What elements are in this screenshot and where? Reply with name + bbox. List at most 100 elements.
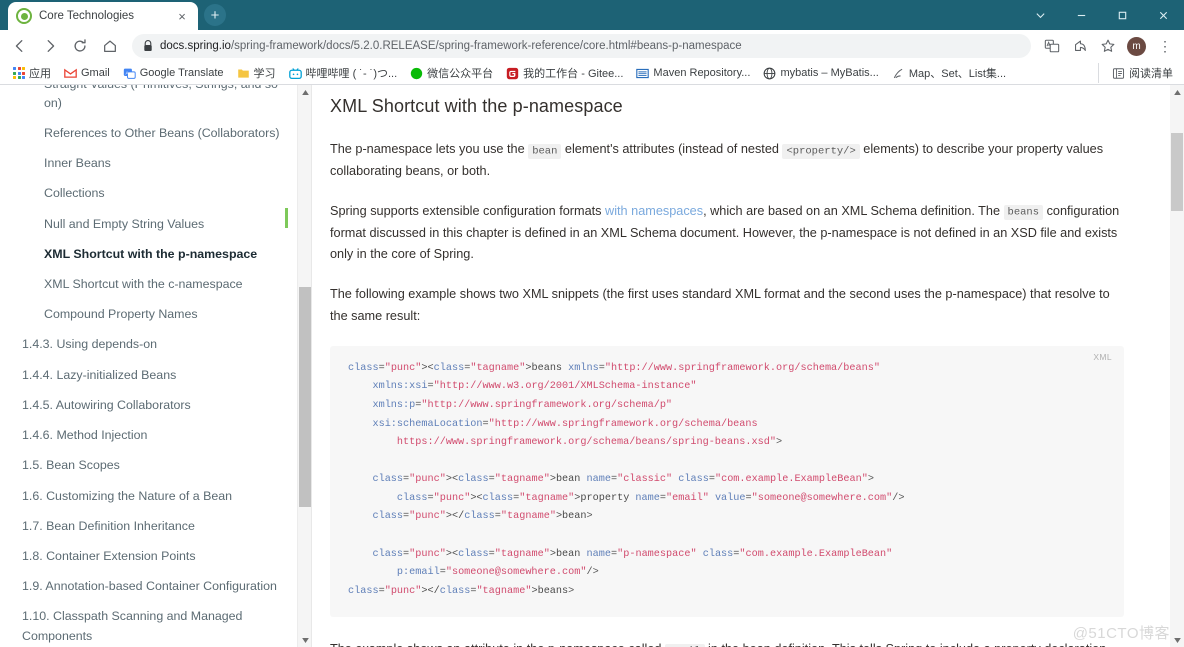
url-path: /spring-framework/docs/5.2.0.RELEASE/spr… [230,40,742,52]
bookmark-label: 学习 [253,68,276,80]
bookmark-label: Maven Repository... [653,67,751,79]
reading-list-button[interactable]: 阅读清单 [1107,63,1178,83]
bilibili-icon [288,67,302,79]
p1-text-b: element's attributes (instead of nested [561,142,783,156]
translate-icon: A [123,68,136,79]
sidebar-item-autowiring-collaborators[interactable]: 1.4.5. Autowiring Collaborators [22,390,281,420]
inline-code-property: <property/> [782,143,860,159]
sidebar-item-null-and-empty-string-values[interactable]: Null and Empty String Values [22,209,281,239]
reload-icon[interactable] [66,32,94,60]
bookmark-item-bilibili[interactable]: 哔哩哔哩 ( ˙- ˙)つ... [284,63,403,83]
gmail-icon [64,68,77,78]
sidebar-item-xml-shortcut-c-namespace[interactable]: XML Shortcut with the c-namespace [22,270,281,300]
gitee-icon [506,67,519,79]
p1-text-a: The p-namespace lets you use the [330,142,529,156]
close-window-icon[interactable] [1143,0,1184,30]
bookmark-label: Google Translate [139,67,224,79]
sidebar-item-lazy-initialized-beans[interactable]: 1.4.4. Lazy-initialized Beans [22,360,281,390]
apps-grid-icon [13,67,25,79]
reading-list-icon [1112,67,1125,79]
sidebar-item-container-extension-points[interactable]: 1.8. Container Extension Points [22,542,281,572]
bookmark-item-wechat[interactable]: 微信公众平台 [405,63,498,83]
sidebar-toc: Straight Values (Primitives, Strings, an… [0,85,312,647]
profile-avatar[interactable]: m [1127,36,1146,56]
content-scrollbar-thumb[interactable] [1171,133,1183,211]
bookmark-label: 应用 [29,68,51,80]
toc-list: Straight Values (Primitives, Strings, an… [0,85,297,647]
bookmark-label: 哔哩哔哩 ( ˙- ˙)つ... [305,68,398,80]
bookmark-item-gmail[interactable]: Gmail [59,65,115,82]
sidebar-item-bean-definition-inheritance[interactable]: 1.7. Bean Definition Inheritance [22,511,281,541]
scroll-up-icon[interactable] [298,85,311,99]
mybatis-icon [764,67,776,79]
bookmark-label: Map、Set、List集... [908,68,1007,80]
bookmark-item-maven-repository[interactable]: Maven Repository... [631,65,755,82]
tab-search-chevron-down-icon[interactable] [1020,0,1061,30]
browser-tab[interactable]: Core Technologies × [8,2,198,30]
reading-list-section: 阅读清单 [1098,63,1178,83]
lock-icon [144,40,152,51]
p2-text-a: Spring supports extensible configuration… [330,203,606,218]
maven-icon [636,68,650,78]
code-language-label: XML [1093,351,1112,362]
active-item-marker [285,208,288,228]
bookmarks-bar: 应用 Gmail A Google Translate 学习 哔哩哔哩 ( ˙-… [0,62,1184,85]
code-snippet-xml[interactable]: class="punc"><class="tagname">beans xmln… [348,360,1106,601]
link-with-namespaces[interactable]: with namespaces [605,204,703,218]
paragraph-intro: The p-namespace lets you use the bean el… [330,139,1124,183]
scroll-down-icon[interactable] [298,633,311,647]
note-icon [893,68,903,78]
sidebar-item-compound-property-names[interactable]: Compound Property Names [22,300,281,330]
new-tab-button[interactable]: + [204,4,226,26]
wechat-icon [410,67,423,79]
inline-code-bean: bean [528,143,562,159]
sidebar-item-inner-beans[interactable]: Inner Beans [22,149,281,179]
bookmark-item-gitee[interactable]: 我的工作台 - Gitee... [501,63,628,83]
sidebar-scrollbar[interactable] [297,85,311,647]
sidebar-item-straight-values[interactable]: Straight Values (Primitives, Strings, an… [22,85,281,118]
bookmark-star-icon[interactable] [1095,33,1121,59]
sidebar-item-references-to-other-beans[interactable]: References to Other Beans (Collaborators… [22,118,281,148]
home-icon[interactable] [96,32,124,60]
content-scroll-down-icon[interactable] [1170,633,1184,647]
page-title: XML Shortcut with the p-namespace [330,96,623,116]
page-viewport: Straight Values (Primitives, Strings, an… [0,85,1184,647]
content-scrollbar[interactable] [1170,85,1184,647]
sidebar-item-collections[interactable]: Collections [22,179,281,209]
address-bar[interactable]: docs.spring.io/spring-framework/docs/5.2… [132,34,1031,58]
sidebar-item-classpath-scanning[interactable]: 1.10. Classpath Scanning and Managed Com… [22,602,281,647]
maximize-icon[interactable] [1102,0,1143,30]
bookmark-label: mybatis – MyBatis... [780,67,879,79]
reading-list-label: 阅读清单 [1129,68,1173,80]
sidebar-item-annotation-based-container-configuration[interactable]: 1.9. Annotation-based Container Configur… [22,572,281,602]
minimize-icon[interactable] [1061,0,1102,30]
bookmark-item-apps[interactable]: 应用 [8,63,56,83]
bookmark-item-folder[interactable]: 学习 [232,63,281,83]
close-tab-icon[interactable]: × [174,10,190,23]
window-controls [1020,0,1184,30]
sidebar-scrollbar-thumb[interactable] [299,287,311,507]
sidebar-item-method-injection[interactable]: 1.4.6. Method Injection [22,421,281,451]
sidebar-item-bean-scopes[interactable]: 1.5. Bean Scopes [22,451,281,481]
sidebar-item-customizing-nature-of-a-bean[interactable]: 1.6. Customizing the Nature of a Bean [22,481,281,511]
bookmark-label: 微信公众平台 [427,68,494,80]
back-icon[interactable] [6,32,34,60]
paragraph-conclusion: The example shows an attribute in the p-… [330,639,1124,647]
url-host: docs.spring.io [160,40,231,52]
sidebar-item-using-depends-on[interactable]: 1.4.3. Using depends-on [22,330,281,360]
bookmark-label: Gmail [81,67,110,79]
address-bar-url: docs.spring.io/spring-framework/docs/5.2… [160,40,742,52]
bookmark-item-mybatis[interactable]: mybatis – MyBatis... [758,65,883,82]
forward-icon[interactable] [36,32,64,60]
code-block: XML class="punc"><class="tagname">beans … [330,345,1124,618]
translate-page-icon[interactable] [1039,33,1065,59]
bookmark-item-google-translate[interactable]: A Google Translate [118,65,229,82]
chrome-menu-icon[interactable]: ⋮ [1152,33,1178,59]
main-content: XML Shortcut with the p-namespace The p-… [312,85,1184,647]
browser-toolbar: docs.spring.io/spring-framework/docs/5.2… [0,30,1184,62]
article: XML Shortcut with the p-namespace The p-… [312,85,1184,647]
share-icon[interactable] [1067,33,1093,59]
content-scroll-up-icon[interactable] [1170,85,1184,99]
sidebar-item-xml-shortcut-p-namespace[interactable]: XML Shortcut with the p-namespace [22,239,281,269]
bookmark-item-collections-note[interactable]: Map、Set、List集... [887,63,1011,83]
